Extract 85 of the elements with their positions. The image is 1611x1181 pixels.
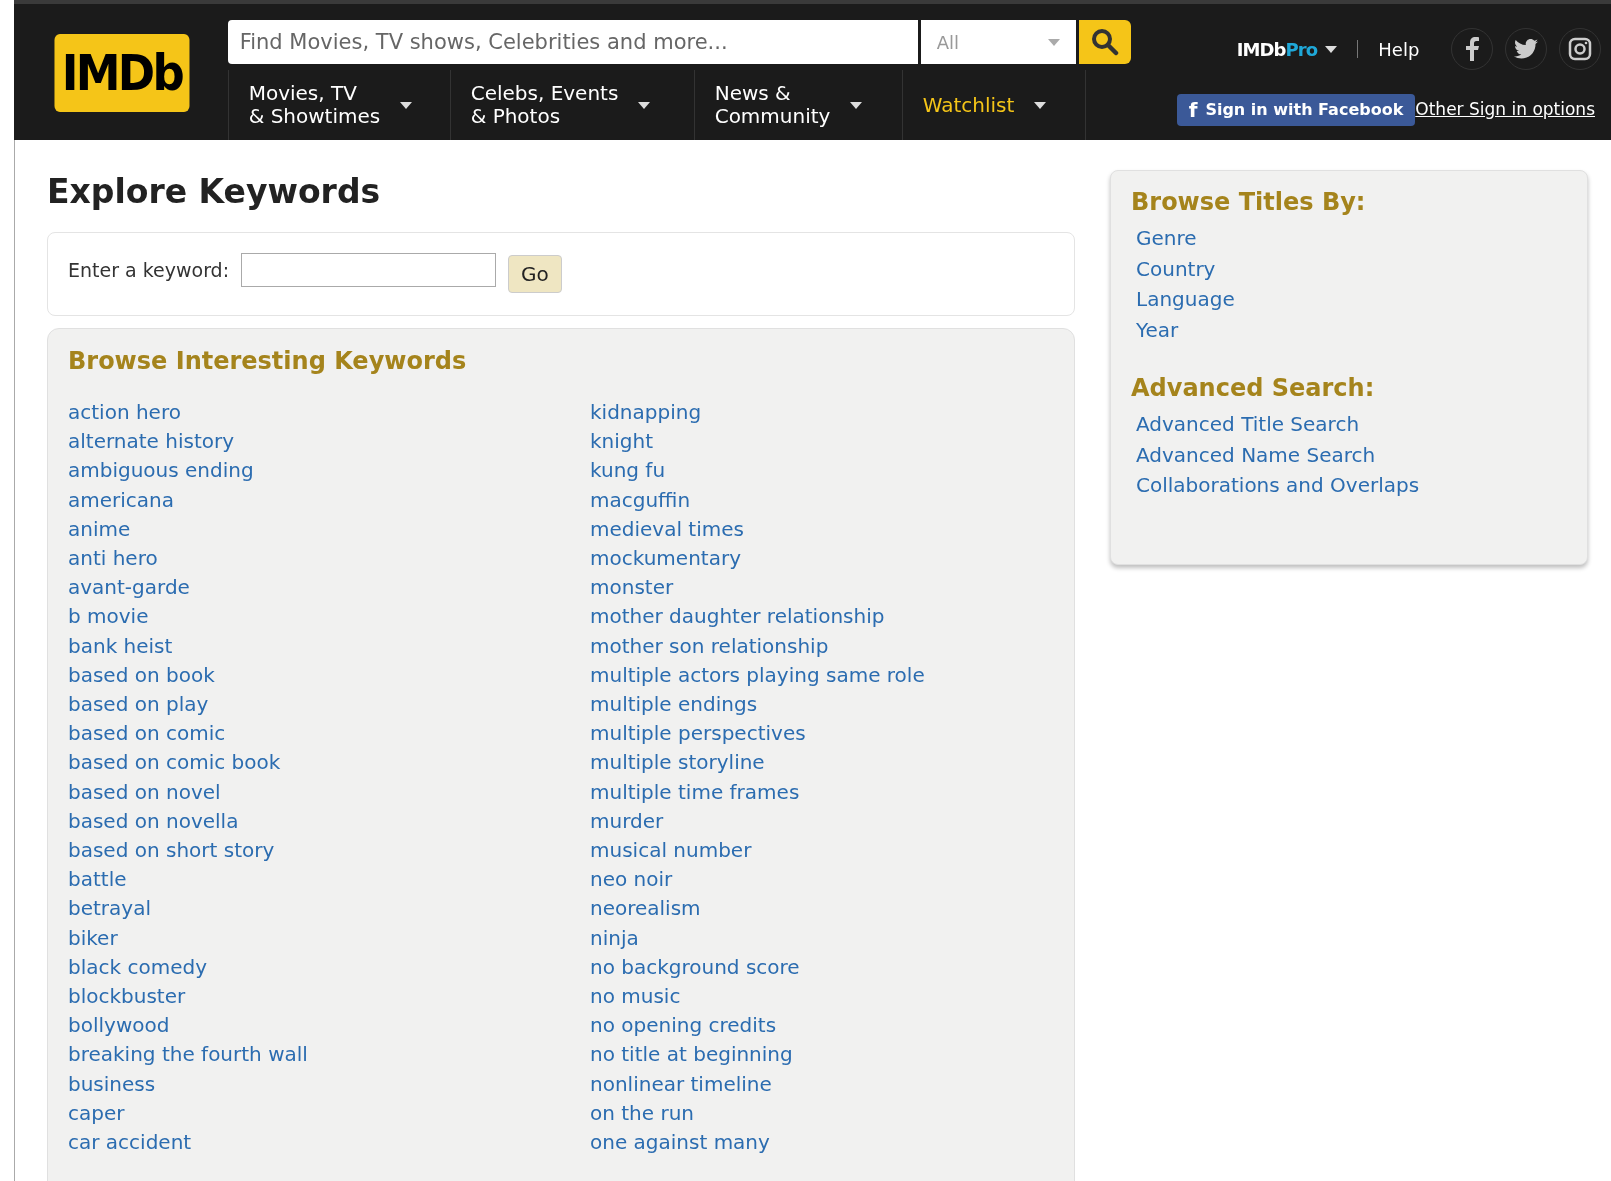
keyword-link[interactable]: musical number [590,836,752,866]
caret-icon [1325,45,1338,53]
search-icon [1090,28,1119,57]
sidebar-link[interactable]: Advanced Name Search [1136,439,1376,470]
keyword-link[interactable]: no background score [590,952,800,983]
logo[interactable]: IMDb [54,34,190,112]
keyword-link[interactable]: one against many [590,1128,770,1158]
caret-icon [1047,38,1060,46]
category-dropdown[interactable]: All [920,20,1076,65]
keyword-link[interactable]: caper [68,1098,125,1129]
keyword-link[interactable]: based on play [68,690,209,720]
keyword-link[interactable]: on the run [590,1098,695,1129]
keyword-link[interactable]: breaking the fourth wall [68,1040,308,1070]
caret-icon [850,101,863,109]
caret-icon [1034,101,1047,109]
keyword-link[interactable]: americana [68,485,174,515]
section-title: Advanced Search: [1131,373,1375,404]
sidebar-link[interactable]: Country [1136,253,1216,284]
facebook-sign-in-button[interactable]: f Sign in with Facebook [1176,94,1416,126]
keyword-link[interactable]: based on short story [68,836,275,866]
keyword-link[interactable]: neo noir [590,865,673,895]
keyword-link[interactable]: kung fu [590,456,666,486]
keyword-link[interactable]: ambiguous ending [68,456,254,486]
keyword-link[interactable]: based on comic book [68,748,281,778]
keyword-link[interactable]: multiple time frames [590,777,800,807]
keyword-link[interactable]: based on novel [68,777,221,807]
imdbpro-menu[interactable]: IMDbPro [1236,35,1338,63]
keyword-link[interactable]: multiple actors playing same role [590,660,925,691]
keyword-label: Enter a keyword: [68,257,230,283]
keyword-link[interactable]: anime [68,514,131,544]
search-field[interactable]: Find Movies, TV shows, Celebrities and more... [227,20,918,65]
keyword-link[interactable]: based on comic [68,719,226,749]
keyword-link[interactable]: monster [590,573,674,603]
nav-menu[interactable]: Watchlist [901,70,1086,140]
nav-menu[interactable]: Celebs, Events & Photos [449,70,694,140]
page-title: Explore Keywords [47,172,382,212]
keyword-link[interactable]: ninja [590,923,639,953]
keyword-link[interactable]: mockumentary [590,544,741,574]
keyword-link[interactable]: murder [590,806,664,837]
keyword-link[interactable]: no title at beginning [590,1040,793,1070]
search-button[interactable] [1078,20,1131,65]
keyword-link[interactable]: knight [590,427,654,457]
go-button[interactable]: Go [508,255,562,293]
other-sign-in-link[interactable]: Other Sign in options [1415,97,1595,123]
keyword-link[interactable]: black comedy [68,952,207,983]
keyword-input[interactable] [241,253,497,287]
help-link[interactable]: Help [1378,35,1420,63]
keyword-link[interactable]: action hero [68,398,181,428]
sidebar-link[interactable]: Advanced Title Search [1136,409,1360,440]
section-title: Browse Titles By: [1131,187,1366,218]
keyword-link[interactable]: battle [68,865,127,895]
keyword-link[interactable]: bollywood [68,1011,170,1041]
section-title: Browse Interesting Keywords [68,346,468,377]
keyword-link[interactable]: no opening credits [590,1011,777,1041]
keyword-link[interactable]: biker [68,923,118,953]
keyword-link[interactable]: bank heist [68,631,173,661]
keyword-link[interactable]: medieval times [590,514,744,544]
keyword-link[interactable]: multiple endings [590,690,758,720]
keyword-link[interactable]: betrayal [68,894,151,924]
keyword-link[interactable]: no music [590,982,681,1012]
sidebar-link[interactable]: Collaborations and Overlaps [1136,470,1420,501]
keyword-link[interactable]: nonlinear timeline [590,1069,772,1099]
caret-icon [400,101,413,109]
sidebar-link[interactable]: Genre [1136,223,1197,254]
sidebar-link[interactable]: Year [1136,314,1179,345]
keyword-link[interactable]: blockbuster [68,982,186,1012]
keyword-link[interactable]: avant-garde [68,573,190,603]
keyword-link[interactable]: mother son relationship [590,631,829,661]
keyword-link[interactable]: multiple storyline [590,748,765,778]
keyword-link[interactable]: car accident [68,1128,192,1158]
keyword-link[interactable]: mother daughter relationship [590,602,885,632]
keyword-link[interactable]: based on book [68,660,215,691]
keyword-link[interactable]: based on novella [68,806,239,837]
caret-icon [638,101,651,109]
keyword-link[interactable]: multiple perspectives [590,719,806,749]
keyword-link[interactable]: b movie [68,602,149,632]
keyword-link[interactable]: alternate history [68,427,235,457]
sidebar-link[interactable]: Language [1136,284,1235,315]
nav-menu[interactable]: News & Community [693,70,902,140]
nav-menu[interactable]: Movies, TV & Showtimes [227,70,450,140]
keyword-link[interactable]: business [68,1069,156,1099]
keyword-link[interactable]: kidnapping [590,398,702,428]
keyword-link[interactable]: anti hero [68,544,158,574]
keyword-link[interactable]: neorealism [590,894,701,924]
keyword-link[interactable]: macguffin [590,485,691,515]
